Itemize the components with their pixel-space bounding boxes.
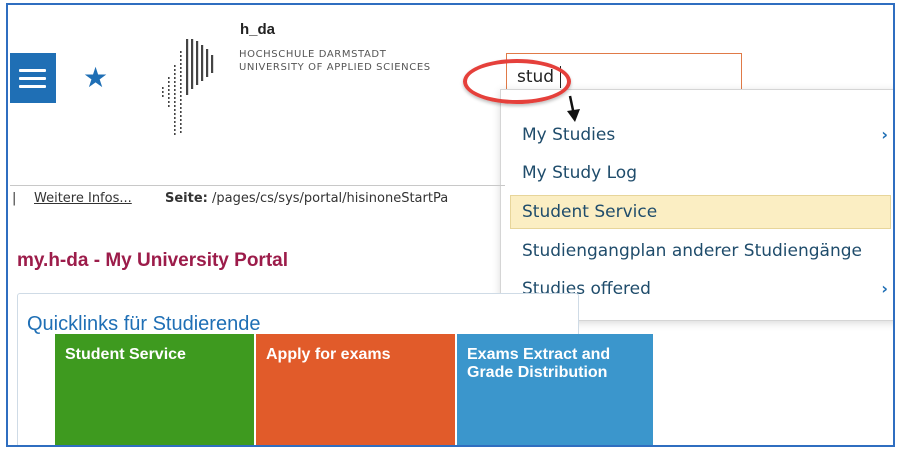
search-suggestions-dropdown: My Studies › My Study Log Student Servic… — [500, 89, 893, 321]
logo-line-1: HOCHSCHULE DARMSTADT — [239, 49, 387, 60]
suggestion-studiengangplan[interactable]: Studiengangplan anderer Studiengänge — [510, 234, 891, 268]
arrow-down-icon — [567, 95, 580, 122]
logo-name: h_da — [240, 21, 276, 38]
tile-label: Apply for exams — [266, 346, 391, 363]
suggestion-label: My Studies — [522, 125, 616, 145]
page-path-label: Seite: — [165, 191, 208, 206]
tile-label: Exams Extract and Grade Distribution — [467, 346, 611, 381]
tile-exams-extract[interactable]: Exams Extract and Grade Distribution — [457, 334, 653, 445]
suggestion-student-service[interactable]: Student Service — [510, 195, 891, 229]
page-info-bar: | Weitere Infos... Seite: /pages/cs/sys/… — [10, 185, 505, 212]
logo-line-2: UNIVERSITY OF APPLIED SCIENCES — [239, 62, 431, 73]
hda-logo-bars-icon — [162, 39, 214, 135]
hamburger-menu-icon[interactable] — [10, 53, 56, 103]
info-bar-separator: | — [12, 191, 17, 206]
page-title: my.h-da - My University Portal — [17, 250, 288, 271]
suggestion-label: Student Service — [522, 202, 658, 222]
suggestion-label: My Study Log — [522, 163, 637, 183]
chevron-right-icon: › — [881, 279, 888, 298]
star-icon[interactable]: ★ — [83, 64, 108, 92]
annotation-highlight-oval — [463, 59, 571, 104]
tile-apply-for-exams[interactable]: Apply for exams — [256, 334, 455, 445]
tile-label: Student Service — [65, 346, 186, 363]
tile-student-service[interactable]: Student Service — [55, 334, 254, 445]
chevron-right-icon: › — [881, 125, 888, 144]
suggestion-label: Studiengangplan anderer Studiengänge — [522, 241, 862, 261]
browser-viewport: ★ h_da HOCHSCHULE DARMSTADT UNIVERSITY O… — [6, 3, 895, 447]
suggestion-my-study-log[interactable]: My Study Log — [510, 156, 891, 190]
page-path-value: /pages/cs/sys/portal/hisinoneStartPa — [212, 191, 449, 206]
more-info-link[interactable]: Weitere Infos... — [34, 191, 132, 206]
quicklinks-title: Quicklinks für Studierende — [27, 313, 261, 335]
